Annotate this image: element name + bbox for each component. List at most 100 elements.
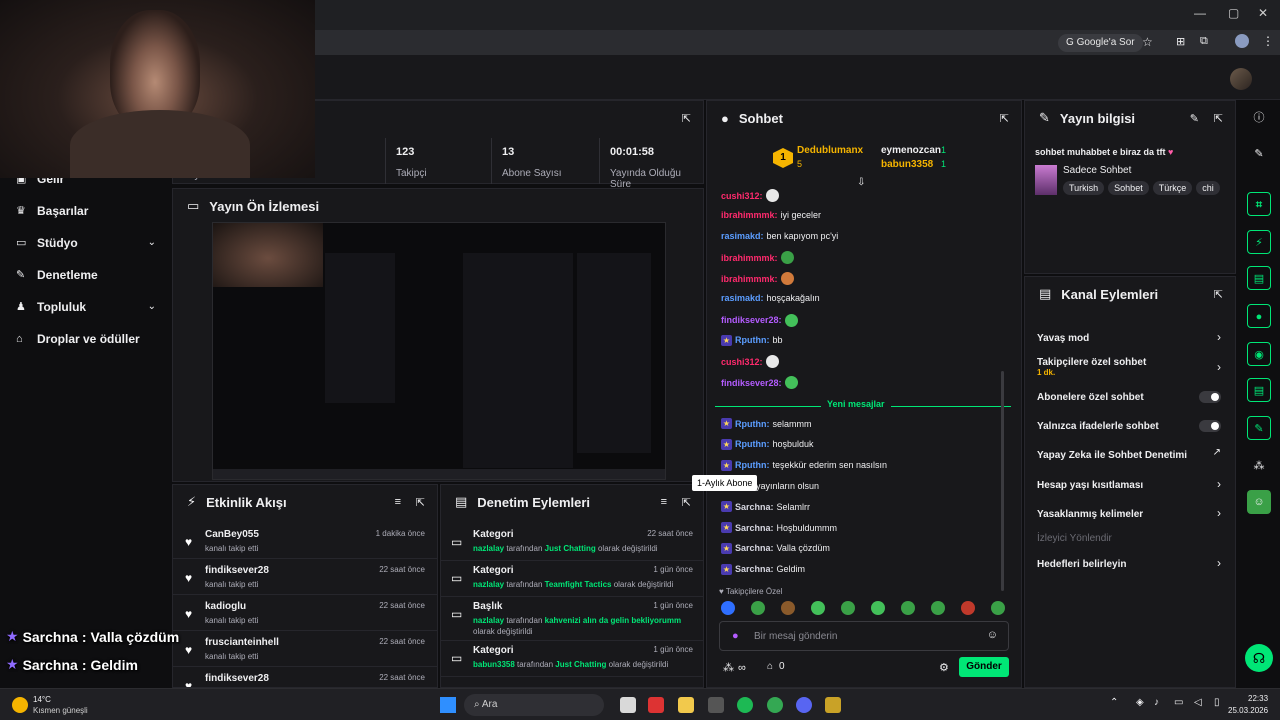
info-icon[interactable]: ⓘ bbox=[1247, 106, 1271, 130]
tray-icon[interactable]: ◈ bbox=[1136, 697, 1144, 708]
chat-username[interactable]: rasimakd: bbox=[721, 231, 764, 241]
nav-item-denetleme[interactable]: ✎ Denetleme bbox=[16, 268, 98, 282]
popout-icon[interactable]: ⇱ bbox=[1214, 112, 1223, 125]
file-explorer-icon[interactable] bbox=[678, 697, 694, 713]
subscriber-badge-icon[interactable]: ★ bbox=[721, 438, 732, 450]
emote-icon[interactable] bbox=[751, 601, 765, 615]
points-icon[interactable]: ⁂ bbox=[1247, 454, 1271, 478]
chat-username[interactable]: Sarchna: bbox=[735, 564, 774, 574]
nav-item-droplar[interactable]: ⌂ Droplar ve ödüller bbox=[16, 332, 140, 346]
emote-icon[interactable] bbox=[901, 601, 915, 615]
google-search-button[interactable]: G Google'a Sor bbox=[1058, 34, 1143, 52]
action-account-age[interactable]: Hesap yaşı kısıtlaması bbox=[1037, 480, 1221, 491]
help-support-icon[interactable]: ☊ bbox=[1245, 644, 1273, 672]
mic-icon[interactable]: ● bbox=[732, 630, 739, 642]
chat-username[interactable]: findiksever28: bbox=[721, 315, 782, 325]
user-avatar[interactable] bbox=[1230, 68, 1252, 90]
spotify-icon[interactable] bbox=[737, 697, 753, 713]
action-set-goals[interactable]: Hedefleri belirleyin bbox=[1037, 559, 1221, 570]
emote-icon[interactable] bbox=[961, 601, 975, 615]
translate-icon[interactable]: ⊞ bbox=[1176, 35, 1185, 48]
action-followers-only[interactable]: Takipçilere özel sohbet 1 dk. bbox=[1037, 357, 1221, 377]
chat-username[interactable]: Rputhn: bbox=[735, 460, 769, 470]
extensions-icon[interactable]: ⧉ bbox=[1200, 35, 1208, 48]
chrome-icon[interactable] bbox=[767, 697, 783, 713]
chat-username[interactable]: rasimakd: bbox=[721, 293, 764, 303]
profile-icon[interactable] bbox=[1235, 34, 1249, 48]
emote-icon[interactable] bbox=[931, 601, 945, 615]
chat-username[interactable]: Rputhn: bbox=[735, 439, 769, 449]
emote-icon[interactable] bbox=[871, 601, 885, 615]
chevron-right-icon[interactable]: › bbox=[1217, 330, 1221, 344]
gift-counter[interactable]: ⌂ 0 bbox=[767, 661, 785, 672]
chevron-down-icon[interactable]: ⌄ bbox=[148, 237, 156, 248]
chat-username[interactable]: Rputhn: bbox=[735, 419, 769, 429]
emote-icon[interactable] bbox=[721, 601, 735, 615]
chat-username[interactable]: Rputhn: bbox=[735, 335, 769, 345]
wrench-icon[interactable]: ✎ bbox=[1247, 416, 1271, 440]
chevron-right-icon[interactable]: › bbox=[1217, 477, 1221, 491]
battery-icon[interactable]: ▯ bbox=[1214, 697, 1220, 708]
tag[interactable]: Sohbet bbox=[1108, 181, 1149, 195]
chevron-right-icon[interactable]: › bbox=[1217, 506, 1221, 520]
task-view-icon[interactable] bbox=[620, 697, 636, 713]
app-icon[interactable] bbox=[648, 697, 664, 713]
emoji-icon[interactable]: ☺ bbox=[987, 629, 998, 641]
channel-points[interactable]: ⁂ ∞ bbox=[723, 661, 746, 675]
emote-icon[interactable] bbox=[811, 601, 825, 615]
app-icon[interactable] bbox=[825, 697, 841, 713]
chevron-right-icon[interactable]: › bbox=[1217, 360, 1221, 374]
emote-icon[interactable]: ☺ bbox=[1247, 490, 1271, 514]
tag[interactable]: Turkish bbox=[1063, 181, 1105, 195]
chevron-down-icon[interactable]: ⌄ bbox=[148, 301, 156, 312]
chat-scrollbar[interactable] bbox=[1001, 371, 1004, 591]
emote-icon[interactable] bbox=[781, 601, 795, 615]
subscriber-badge-icon[interactable]: ★ bbox=[721, 563, 732, 575]
chat-settings-icon[interactable]: ⚙ bbox=[939, 661, 949, 674]
tag[interactable]: Türkçe bbox=[1152, 181, 1193, 195]
action-slow-mode[interactable]: Yavaş mod bbox=[1037, 333, 1221, 344]
send-button[interactable]: Gönder bbox=[959, 657, 1009, 677]
action-subscribers-only[interactable]: Abonelere özel sohbet bbox=[1037, 392, 1221, 403]
chat-bubble-icon[interactable]: ● bbox=[1247, 304, 1271, 328]
filter-icon[interactable]: ≡ bbox=[395, 496, 401, 508]
action-banned-words[interactable]: Yasaklanmış kelimeler bbox=[1037, 509, 1221, 520]
subscriber-badge-icon[interactable]: ★ bbox=[721, 418, 732, 429]
popout-icon[interactable]: ⇱ bbox=[416, 496, 425, 509]
maximize-icon[interactable]: ▢ bbox=[1228, 6, 1239, 20]
external-link-icon[interactable]: ↗ bbox=[1213, 447, 1221, 458]
tag[interactable]: chi bbox=[1196, 181, 1220, 195]
chat-username[interactable]: cushi312: bbox=[721, 191, 763, 201]
chat-username[interactable]: ibrahimmmk: bbox=[721, 253, 778, 263]
popout-icon[interactable]: ⇱ bbox=[682, 112, 691, 125]
channel-actions-icon[interactable]: ▤ bbox=[1247, 378, 1271, 402]
close-icon[interactable]: ✕ bbox=[1258, 6, 1268, 20]
filter-icon[interactable]: ≡ bbox=[661, 496, 667, 508]
edit-icon[interactable]: ✎ bbox=[1190, 112, 1199, 125]
chat-input[interactable]: ● Bir mesaj gönderin ☺ bbox=[719, 621, 1009, 651]
bookmark-star-icon[interactable]: ☆ bbox=[1142, 35, 1153, 49]
emote-only-toggle[interactable] bbox=[1199, 420, 1221, 432]
document-icon[interactable]: ▤ bbox=[1247, 266, 1271, 290]
app-icon[interactable] bbox=[708, 697, 724, 713]
broadcast-icon[interactable]: ◉ bbox=[1247, 342, 1271, 366]
chevron-right-icon[interactable]: › bbox=[1217, 556, 1221, 570]
taskbar-search[interactable]: ⌕ Ara bbox=[464, 694, 604, 716]
lightning-icon[interactable]: ⚡ bbox=[1247, 230, 1271, 254]
mic-icon[interactable]: ♪ bbox=[1154, 697, 1159, 708]
subscriber-badge-icon[interactable]: ★ bbox=[721, 334, 732, 346]
popout-icon[interactable]: ⇱ bbox=[1000, 112, 1009, 125]
chat-username[interactable]: findiksever28: bbox=[721, 378, 782, 388]
nav-item-basarilar[interactable]: ♛ Başarılar bbox=[16, 204, 88, 218]
edit-icon[interactable]: ✎ bbox=[1247, 142, 1271, 166]
nav-item-topluluk[interactable]: ♟ Topluluk bbox=[16, 300, 86, 314]
popout-icon[interactable]: ⇱ bbox=[682, 496, 691, 509]
subscribers-only-toggle[interactable] bbox=[1199, 391, 1221, 403]
chat-username[interactable]: Sarchna: bbox=[735, 523, 774, 533]
chat-username[interactable]: ibrahimmmk: bbox=[721, 210, 778, 220]
discord-icon[interactable] bbox=[796, 697, 812, 713]
popout-icon[interactable]: ⇱ bbox=[1214, 288, 1223, 301]
chat-username[interactable]: cushi312: bbox=[721, 357, 763, 367]
network-icon[interactable]: ▭ bbox=[1174, 697, 1183, 708]
chat-username[interactable]: ibrahimmmk: bbox=[721, 274, 778, 284]
